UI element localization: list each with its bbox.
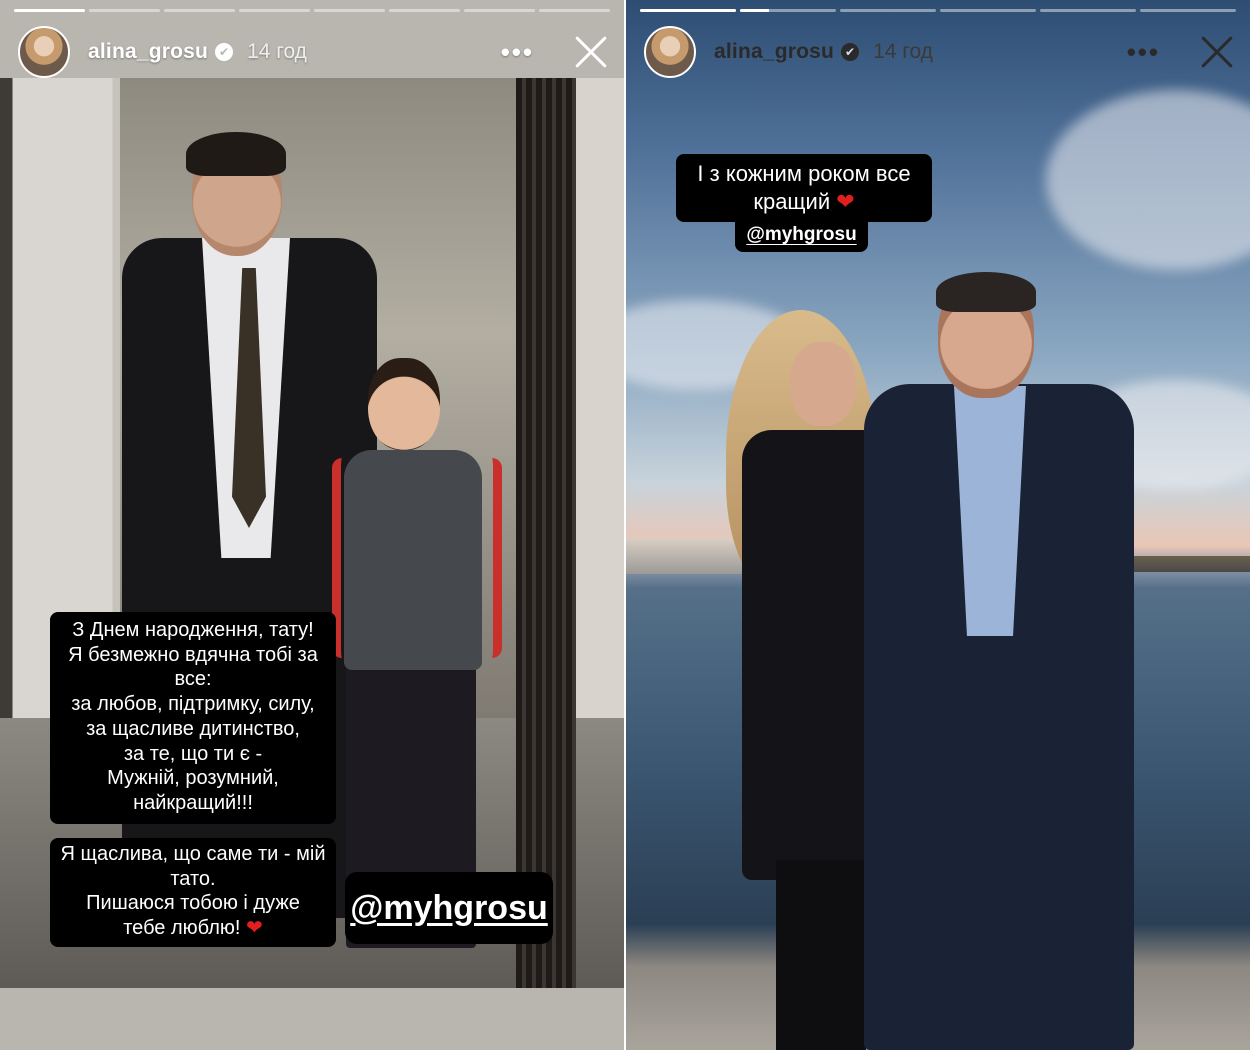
story-left[interactable]: alina_grosu ✔ 14 год ••• З Днем народжен… — [0, 0, 624, 1050]
story-progress-bar — [640, 9, 1236, 12]
progress-segment — [464, 9, 535, 12]
caption-line: за те, що ти є - — [123, 742, 263, 765]
progress-segment — [14, 9, 85, 12]
username[interactable]: alina_grosu — [88, 40, 208, 64]
more-options-icon[interactable]: ••• — [1127, 39, 1160, 65]
caption-line-text: кращий — [753, 189, 831, 214]
cloud — [1046, 90, 1250, 270]
progress-fill — [740, 9, 769, 12]
progress-segment — [389, 9, 460, 12]
story-header: alina_grosu ✔ 14 год ••• — [18, 24, 610, 80]
progress-segment — [740, 9, 836, 12]
caption-line: за щасливе дитинство, — [86, 717, 300, 740]
caption-every-year-text: І з кожним роком все кращий ❤ — [676, 154, 932, 222]
progress-segment — [239, 9, 310, 12]
heart-icon: ❤ — [246, 917, 263, 940]
close-icon[interactable] — [574, 35, 608, 69]
verified-badge-icon: ✔ — [215, 43, 234, 61]
caption-line: все: — [174, 668, 212, 691]
story-header: alina_grosu ✔ 14 год ••• — [644, 24, 1236, 80]
caption-line: тато. — [170, 867, 216, 890]
caption-line: І з кожним роком все — [697, 161, 911, 186]
post-time: 14 год — [247, 40, 307, 63]
progress-segment — [640, 9, 736, 12]
girl-figure — [332, 358, 502, 958]
progress-segment — [314, 9, 385, 12]
progress-segment — [1040, 9, 1136, 12]
mention-sticker[interactable]: @myhgrosu — [345, 872, 553, 944]
mention-handle[interactable]: @myhgrosu — [350, 889, 548, 928]
verified-badge-icon: ✔ — [841, 43, 860, 61]
caption-line: Я щаслива, що саме ти - мій — [60, 843, 326, 865]
post-time: 14 год — [873, 40, 933, 63]
caption-line: З Днем народження, тату! — [72, 619, 314, 641]
progress-fill — [14, 9, 85, 12]
mention-sticker[interactable]: @myhgrosu — [735, 218, 868, 252]
caption-line: тебе люблю! ❤ — [54, 916, 332, 941]
progress-segment — [89, 9, 160, 12]
man-figure — [864, 272, 1144, 1050]
caption-love-text: Я щаслива, що саме ти - мій тато. Пишаюс… — [50, 838, 336, 947]
progress-segment — [539, 9, 610, 12]
username[interactable]: alina_grosu — [714, 40, 834, 64]
progress-segment — [840, 9, 936, 12]
caption-line: Мужній, розумний, — [107, 767, 279, 790]
caption-line: Пишаюся тобою і дуже — [86, 892, 300, 915]
story-progress-bar — [14, 9, 610, 12]
caption-line-text: тебе люблю! — [123, 917, 241, 940]
progress-segment — [1140, 9, 1236, 12]
progress-segment — [940, 9, 1036, 12]
progress-segment — [164, 9, 235, 12]
heart-icon: ❤ — [836, 189, 855, 214]
progress-fill — [640, 9, 736, 12]
caption-line: найкращий!!! — [133, 791, 253, 814]
door-grate — [516, 78, 576, 988]
close-icon[interactable] — [1200, 35, 1234, 69]
profile-avatar[interactable] — [18, 26, 70, 78]
caption-line: за любов, підтримку, силу, — [71, 693, 315, 716]
caption-line: кращий ❤ — [684, 188, 924, 216]
caption-line: Я безмежно вдячна тобі за — [68, 643, 318, 666]
profile-avatar[interactable] — [644, 26, 696, 78]
caption-birthday-text: З Днем народження, тату! Я безмежно вдяч… — [50, 612, 336, 824]
mention-handle[interactable]: @myhgrosu — [746, 224, 856, 246]
more-options-icon[interactable]: ••• — [501, 39, 534, 65]
